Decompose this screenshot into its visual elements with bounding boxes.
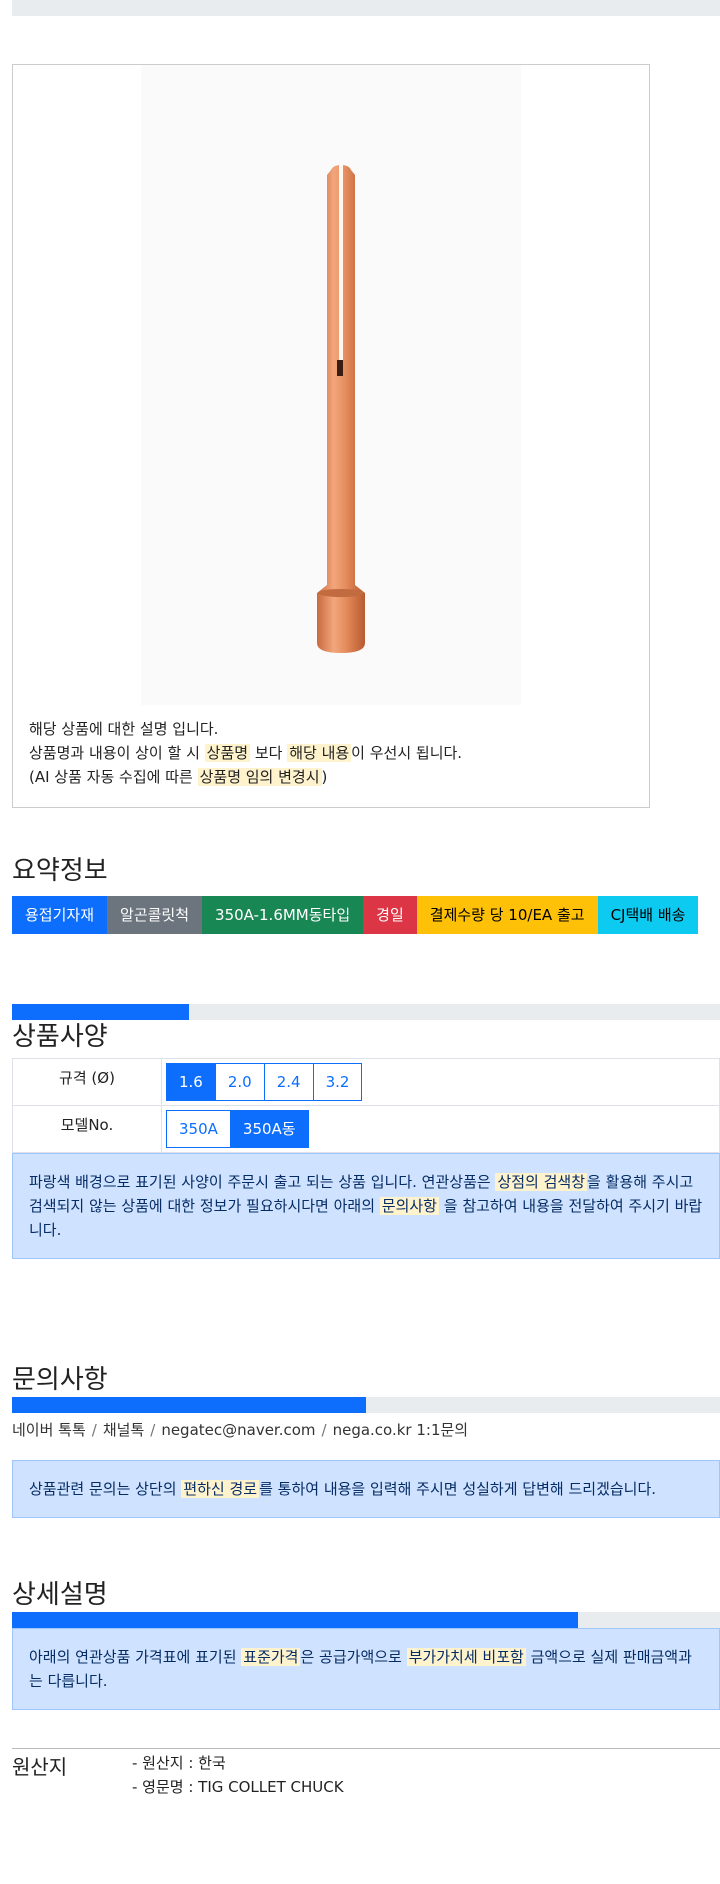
- note-line-3: (AI 상품 자동 수집에 따른 상품명 임의 변경시): [29, 765, 462, 789]
- detail-notice: 아래의 연관상품 가격표에 표기된 표준가격 은 공급가액으로 부가가치세 비포함…: [12, 1628, 720, 1710]
- note-line-1: 해당 상품에 대한 설명 입니다.: [29, 720, 219, 738]
- spec-option-button[interactable]: 350A: [166, 1110, 231, 1148]
- spec-progress-bar: [12, 1004, 720, 1020]
- spec-label: 규격 (Ø): [12, 1058, 162, 1106]
- note-text: 보다: [250, 744, 288, 762]
- contact-separator: /: [150, 1421, 156, 1439]
- detail-section: 상세설명 아래의 연관상품 가격표에 표기된 표준가격 은 공급가액으로 부가가치…: [12, 1578, 720, 1799]
- spec-options: 1.6 2.0 2.4 3.2: [161, 1058, 720, 1106]
- summary-tag: 용접기자재: [12, 896, 108, 934]
- summary-tag: 350A-1.6MM동타입: [202, 896, 364, 934]
- product-image: [141, 65, 521, 705]
- note-highlight: 해당 내용: [287, 744, 352, 762]
- note-line-2: 상품명과 내용이 상이 할 시 상품명 보다 해당 내용 이 우선시 됩니다.: [29, 741, 462, 765]
- product-notes: 해당 상품에 대한 설명 입니다. 상품명과 내용이 상이 할 시 상품명 보다…: [29, 717, 462, 789]
- spec-progress-fill: [12, 1004, 189, 1020]
- origin-row: 원산지 - 원산지 : 한국 - 영문명 : TIG COLLET CHUCK: [12, 1748, 720, 1799]
- notice-text: 를 통하여 내용을 입력해 주시면 성실하게 답변해 드리겠습니다.: [259, 1480, 657, 1498]
- contact-list: 네이버 톡톡 / 채널톡 / negatec@naver.com / nega.co.kr …: [12, 1419, 720, 1440]
- spec-label: 모델No.: [12, 1105, 162, 1153]
- summary-tag: 결제수량 당 10/EA 출고: [416, 896, 598, 934]
- note-text: (AI 상품 자동 수집에 따른: [29, 768, 198, 786]
- inquiry-notice: 상품관련 문의는 상단의 편하신 경로 를 통하여 내용을 입력해 주시면 성실하…: [12, 1460, 720, 1518]
- spec-option-button[interactable]: 2.0: [214, 1063, 265, 1101]
- inquiry-section: 문의사항 네이버 톡톡 / 채널톡 / negatec@naver.com / nega.c…: [12, 1363, 720, 1518]
- origin-line: - 영문명 : TIG COLLET CHUCK: [132, 1778, 344, 1796]
- spec-table: 규격 (Ø) 1.6 2.0 2.4 3.2 모델No. 350A 350A동: [12, 1058, 720, 1153]
- notice-highlight: 문의사항: [379, 1197, 439, 1215]
- contact-website-inquiry[interactable]: nega.co.kr 1:1문의: [333, 1421, 469, 1439]
- spec-option-button[interactable]: 3.2: [312, 1063, 363, 1101]
- spec-row-model: 모델No. 350A 350A동: [12, 1105, 720, 1153]
- spec-options: 350A 350A동: [161, 1105, 720, 1153]
- spec-title: 상품사양: [12, 1022, 108, 1052]
- notice-text: 파랑색 배경으로 표기된 사양이 주문시 출고 되는 상품 입니다. 연관상품은: [29, 1173, 496, 1191]
- note-highlight: 상품명 임의 변경시: [197, 768, 322, 786]
- summary-tag: 알곤콜릿척: [107, 896, 203, 934]
- notice-highlight: 표준가격: [241, 1648, 301, 1666]
- contact-naver-talk[interactable]: 네이버 톡톡: [12, 1421, 86, 1439]
- notice-text: 은 공급가액으로: [300, 1648, 407, 1666]
- product-image-box: 해당 상품에 대한 설명 입니다. 상품명과 내용이 상이 할 시 상품명 보다…: [12, 64, 650, 808]
- origin-label: 원산지: [12, 1755, 68, 1779]
- note-text: ): [321, 768, 328, 786]
- notice-text: 상품관련 문의는 상단의: [29, 1480, 182, 1498]
- note-highlight: 상품명: [204, 744, 251, 762]
- contact-separator: /: [321, 1421, 327, 1439]
- detail-title: 상세설명: [12, 1580, 108, 1610]
- notice-highlight: 부가가치세 비포함: [406, 1648, 526, 1666]
- spec-row-size: 규격 (Ø) 1.6 2.0 2.4 3.2: [12, 1058, 720, 1106]
- contact-channel-talk[interactable]: 채널톡: [103, 1421, 144, 1439]
- inquiry-title: 문의사항: [12, 1365, 108, 1395]
- note-text: 상품명과 내용이 상이 할 시: [29, 744, 205, 762]
- detail-progress-fill: [12, 1612, 579, 1628]
- notice-highlight: 상점의 검색창: [495, 1173, 588, 1191]
- spec-option-button[interactable]: 1.6: [166, 1063, 216, 1101]
- origin-lines: - 원산지 : 한국 - 영문명 : TIG COLLET CHUCK: [132, 1751, 344, 1799]
- origin-line: - 원산지 : 한국: [132, 1754, 226, 1772]
- spec-option-button[interactable]: 350A동: [229, 1110, 309, 1148]
- detail-progress-bar: [12, 1612, 720, 1628]
- top-bar: [12, 0, 720, 16]
- contact-separator: /: [91, 1421, 97, 1439]
- inquiry-progress-fill: [12, 1397, 366, 1413]
- summary-tags: 용접기자재 알곤콜릿척 350A-1.6MM동타입 경일 결제수량 당 10/EA 출고…: [12, 896, 720, 934]
- spec-section: 상품사양 규격 (Ø) 1.6 2.0 2.4 3.2 모델No. 350A 350A동…: [12, 1004, 720, 1259]
- notice-highlight: 편하신 경로: [181, 1480, 260, 1498]
- summary-tag: 경일: [363, 896, 417, 934]
- note-text: 이 우선시 됩니다.: [351, 744, 463, 762]
- summary-tag: CJ택배 배송: [597, 896, 699, 934]
- spec-option-button[interactable]: 2.4: [263, 1063, 314, 1101]
- summary-title: 요약정보: [12, 856, 108, 886]
- summary-section: 요약정보 용접기자재 알곤콜릿척 350A-1.6MM동타입 경일 결제수량 당 10/…: [12, 854, 720, 934]
- inquiry-progress-bar: [12, 1397, 720, 1413]
- notice-text: 아래의 연관상품 가격표에 표기된: [29, 1648, 242, 1666]
- spec-notice: 파랑색 배경으로 표기된 사양이 주문시 출고 되는 상품 입니다. 연관상품은…: [12, 1153, 720, 1259]
- contact-email[interactable]: negatec@naver.com: [161, 1421, 315, 1439]
